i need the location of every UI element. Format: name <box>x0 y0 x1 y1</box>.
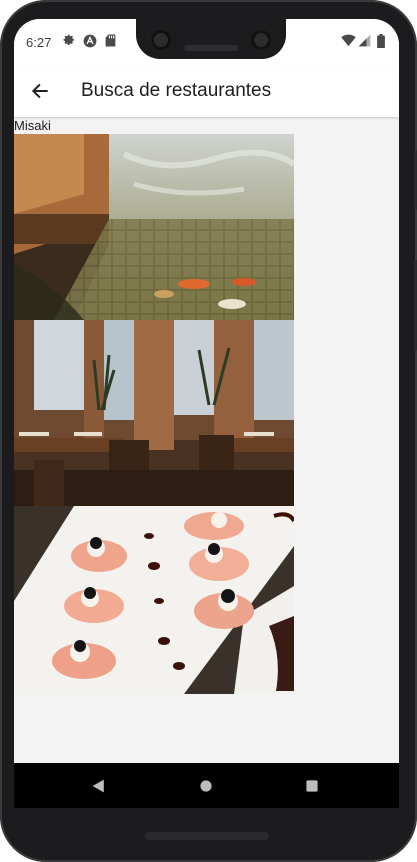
system-nav-bar <box>14 763 399 808</box>
restaurant-name[interactable]: Misaki <box>14 118 51 134</box>
recents-square-icon <box>306 780 318 792</box>
sd-card-icon <box>103 33 118 48</box>
home-circle-icon <box>200 780 212 792</box>
earpiece <box>184 45 238 51</box>
sync-icon <box>82 33 97 48</box>
bottom-speaker <box>145 832 269 840</box>
nav-recents-button[interactable] <box>299 773 325 799</box>
front-camera <box>151 30 171 50</box>
signal-icon <box>357 33 372 48</box>
battery-icon <box>373 33 388 48</box>
app-bar: Busca de restaurantes <box>14 65 399 117</box>
status-time: 6:27 <box>26 35 52 50</box>
screen: 6:27 Busca de restaurantes Misaki <box>14 19 399 808</box>
page-title: Busca de restaurantes <box>81 80 272 101</box>
nav-home-button[interactable] <box>193 773 219 799</box>
back-button[interactable] <box>26 77 54 105</box>
restaurant-photo-sushi[interactable] <box>14 506 294 694</box>
camera-notch <box>136 19 286 59</box>
restaurant-photo-dining[interactable] <box>14 320 294 506</box>
restaurant-photo-pond[interactable] <box>14 134 294 320</box>
wifi-icon <box>341 33 356 48</box>
gear-icon <box>62 33 77 48</box>
arrow-back-icon <box>31 83 48 99</box>
status-bar: 6:27 <box>14 19 399 65</box>
back-triangle-icon <box>92 779 104 793</box>
nav-back-button[interactable] <box>86 773 112 799</box>
front-sensor <box>251 30 271 50</box>
